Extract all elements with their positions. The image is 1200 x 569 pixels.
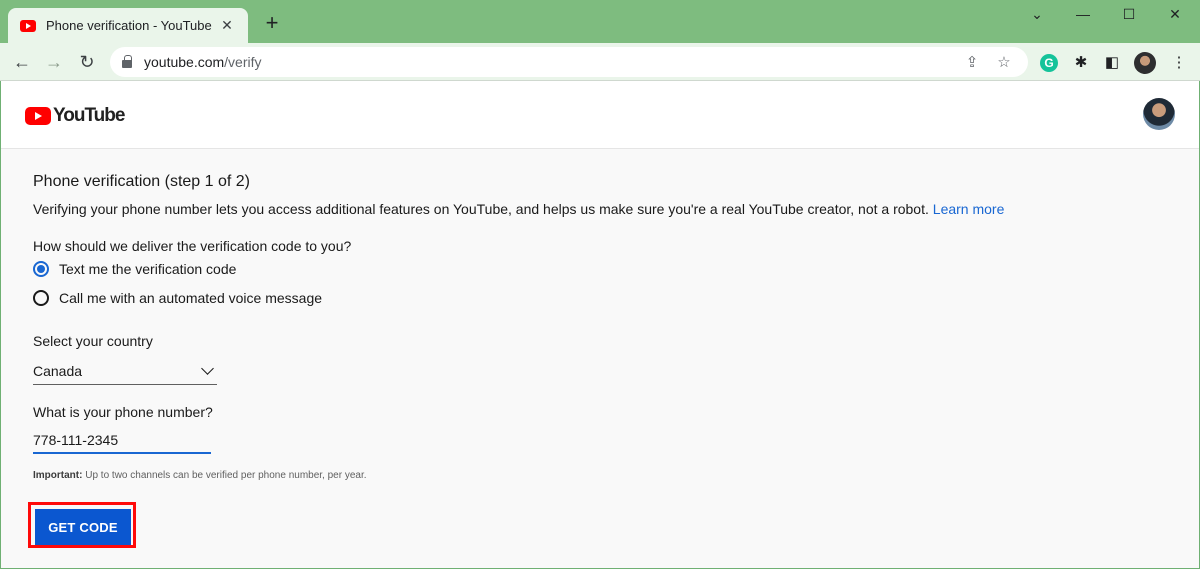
- back-arrow-icon[interactable]: ←: [9, 49, 35, 75]
- minimize-button[interactable]: —: [1068, 6, 1098, 26]
- reload-icon[interactable]: ↻: [74, 49, 100, 75]
- youtube-logo-text: YouTube: [53, 105, 125, 126]
- close-window-button[interactable]: ✕: [1160, 6, 1190, 26]
- phone-number-input[interactable]: [33, 428, 211, 454]
- radio-option-call[interactable]: Call me with an automated voice message: [33, 290, 322, 306]
- side-panel-icon[interactable]: ◧: [1101, 52, 1123, 74]
- address-bar[interactable]: youtube.com/verify ⇪ ☆: [110, 47, 1028, 77]
- delivery-question: How should we deliver the verification c…: [33, 238, 352, 254]
- country-select[interactable]: Canada: [33, 357, 217, 385]
- tab-close-icon[interactable]: ✕: [218, 17, 236, 34]
- page-title: Phone verification (step 1 of 2): [33, 173, 251, 190]
- radio-call-unchecked[interactable]: [33, 290, 49, 306]
- radio-option-text[interactable]: Text me the verification code: [33, 261, 236, 277]
- page-viewport: YouTube Phone verification (step 1 of 2)…: [1, 81, 1199, 568]
- note-text: Up to two channels can be verified per p…: [85, 470, 367, 481]
- forward-arrow-icon[interactable]: →: [41, 49, 67, 75]
- browser-toolbar: ← → ↻ youtube.com/verify ⇪ ☆ G ✱ ◧ ⋮: [0, 43, 1200, 81]
- description-text: Verifying your phone number lets you acc…: [33, 201, 929, 217]
- tab-strip: Phone verification - YouTube ✕ + ⌄ — ☐ ✕: [0, 0, 1200, 43]
- country-value[interactable]: Canada: [33, 363, 82, 379]
- country-label: Select your country: [33, 333, 153, 349]
- chevron-down-icon[interactable]: [201, 361, 214, 375]
- url-text[interactable]: youtube.com/verify: [144, 54, 952, 70]
- account-avatar[interactable]: [1143, 98, 1175, 130]
- tab-search-chevron-icon[interactable]: ⌄: [1022, 6, 1052, 26]
- new-tab-button[interactable]: +: [260, 12, 284, 36]
- lock-icon[interactable]: [122, 55, 132, 68]
- browser-profile-avatar[interactable]: [1134, 52, 1156, 74]
- share-icon[interactable]: ⇪: [960, 53, 984, 71]
- bookmark-star-icon[interactable]: ☆: [992, 53, 1016, 71]
- youtube-header: YouTube: [1, 81, 1199, 149]
- maximize-button[interactable]: ☐: [1114, 6, 1144, 26]
- extensions-puzzle-icon[interactable]: ✱: [1070, 52, 1092, 74]
- tab-title: Phone verification - YouTube: [46, 18, 212, 33]
- radio-text-checked[interactable]: [33, 261, 49, 277]
- youtube-logo[interactable]: YouTube: [25, 105, 125, 127]
- phone-label: What is your phone number?: [33, 404, 213, 420]
- radio-label-text[interactable]: Text me the verification code: [59, 261, 236, 277]
- get-code-button[interactable]: GET CODE: [35, 509, 131, 545]
- grammarly-extension-icon[interactable]: G: [1040, 54, 1058, 72]
- important-note: Important: Up to two channels can be ver…: [33, 470, 367, 481]
- page-description: Verifying your phone number lets you acc…: [33, 201, 1004, 217]
- browser-menu-icon[interactable]: ⋮: [1168, 52, 1190, 74]
- browser-tab[interactable]: Phone verification - YouTube ✕: [8, 8, 248, 43]
- note-bold: Important:: [33, 470, 83, 481]
- learn-more-link[interactable]: Learn more: [933, 201, 1005, 217]
- youtube-play-icon: [25, 107, 51, 125]
- youtube-favicon-icon: [20, 19, 36, 32]
- radio-label-call[interactable]: Call me with an automated voice message: [59, 290, 322, 306]
